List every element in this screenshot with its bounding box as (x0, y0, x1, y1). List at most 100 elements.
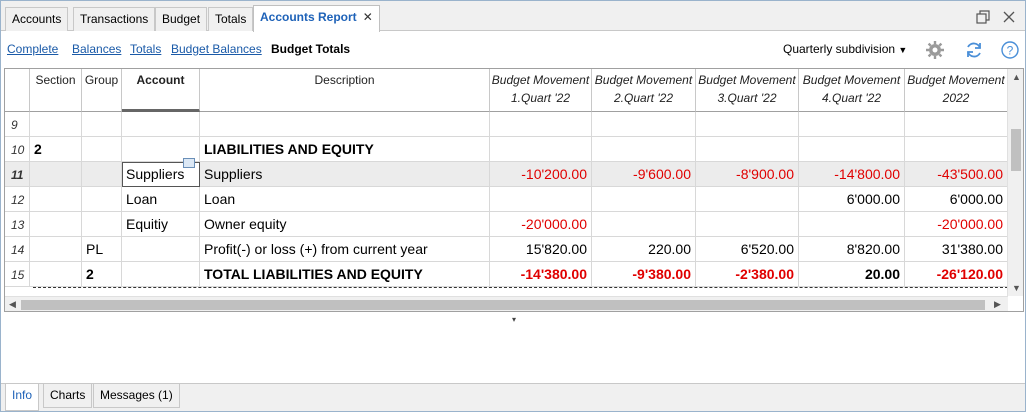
budget-q3-cell[interactable] (696, 187, 799, 212)
table-row[interactable]: 11 Suppliers Suppliers -10'200.00 -9'600.00-… (5, 158, 1008, 187)
description-cell[interactable]: Loan (200, 187, 490, 212)
scroll-right-icon[interactable]: ▶ (994, 299, 1001, 310)
section-cell[interactable] (30, 187, 82, 212)
close-icon[interactable]: ✕ (363, 6, 373, 28)
budget-q2-cell[interactable]: 220.00 (592, 237, 696, 262)
description-cell[interactable]: Suppliers (200, 162, 490, 187)
account-cell[interactable] (122, 237, 200, 262)
table-row[interactable]: 9 (5, 112, 1008, 137)
vertical-scroll-thumb[interactable] (1011, 129, 1021, 171)
column-header-budget-q4[interactable]: Budget Movement 4.Quart '22 (799, 69, 905, 112)
description-cell[interactable]: Owner equity (200, 212, 490, 237)
column-header-group[interactable]: Group (82, 69, 122, 112)
budget-q2-cell[interactable] (592, 212, 696, 237)
subdivision-dropdown[interactable]: Quarterly subdivision ▼ (783, 42, 907, 56)
budget-year-cell[interactable] (905, 137, 1008, 162)
account-cell[interactable]: Equitiy (122, 212, 200, 237)
table-row[interactable]: 12 Loan Loan 6'000.00 6'000.00 (5, 187, 1008, 212)
column-header-section[interactable]: Section (30, 69, 82, 112)
link-balances[interactable]: Balances (72, 42, 121, 56)
section-cell[interactable] (30, 212, 82, 237)
tab-charts[interactable]: Charts (43, 384, 93, 408)
description-cell[interactable] (200, 112, 490, 137)
tab-transactions[interactable]: Transactions (73, 7, 156, 31)
close-window-icon[interactable] (1001, 9, 1017, 25)
cell-edit-icon[interactable] (183, 158, 195, 168)
column-header-budget-q1[interactable]: Budget Movement 1.Quart '22 (490, 69, 592, 112)
budget-q4-cell[interactable]: 20.00 (799, 262, 905, 287)
group-cell[interactable] (82, 212, 122, 237)
horizontal-scrollbar[interactable]: ◀ ▶ (5, 296, 1008, 311)
section-cell[interactable] (30, 262, 82, 287)
account-cell[interactable]: Loan (122, 187, 200, 212)
budget-q2-cell[interactable] (592, 137, 696, 162)
table-row[interactable]: 14 PL Profit(-) or loss (+) from current y… (5, 237, 1008, 262)
splitter-handle-icon[interactable]: ▾ (512, 315, 516, 324)
group-cell[interactable] (82, 137, 122, 162)
tab-accounts-report[interactable]: Accounts Report ✕ (253, 5, 380, 32)
budget-q2-cell[interactable]: -9'380.00 (592, 262, 696, 287)
group-cell[interactable] (82, 187, 122, 212)
budget-q1-cell[interactable] (490, 112, 592, 137)
budget-year-cell[interactable]: -43'500.00 (905, 162, 1008, 187)
budget-year-cell[interactable]: 6'000.00 (905, 187, 1008, 212)
budget-q4-cell[interactable]: 6'000.00 (799, 187, 905, 212)
section-cell[interactable] (30, 162, 82, 187)
table-row[interactable]: 10 2 LIABILITIES AND EQUITY (5, 137, 1008, 162)
budget-q1-cell[interactable] (490, 187, 592, 212)
vertical-scrollbar[interactable]: ▲ ▼ (1007, 69, 1023, 296)
budget-year-cell[interactable]: -26'120.00 (905, 262, 1008, 287)
budget-q1-cell[interactable] (490, 137, 592, 162)
horizontal-scroll-thumb[interactable] (21, 300, 985, 310)
scroll-left-icon[interactable]: ◀ (9, 299, 16, 310)
budget-q1-cell[interactable]: 15'820.00 (490, 237, 592, 262)
refresh-icon[interactable] (964, 40, 984, 60)
budget-year-cell[interactable]: -20'000.00 (905, 212, 1008, 237)
group-cell[interactable]: 2 (82, 262, 122, 287)
table-row[interactable]: 13 Equitiy Owner equity -20'000.00 -20'000.0… (5, 212, 1008, 237)
tab-totals[interactable]: Totals (208, 7, 254, 31)
budget-q3-cell[interactable] (696, 212, 799, 237)
scroll-down-icon[interactable]: ▼ (1012, 283, 1021, 293)
budget-q3-cell[interactable]: -2'380.00 (696, 262, 799, 287)
section-cell[interactable]: 2 (30, 137, 82, 162)
budget-q3-cell[interactable]: 6'520.00 (696, 237, 799, 262)
tab-accounts[interactable]: Accounts (5, 7, 69, 31)
tab-messages[interactable]: Messages (1) (93, 384, 180, 408)
budget-year-cell[interactable]: 31'380.00 (905, 237, 1008, 262)
budget-year-cell[interactable] (905, 112, 1008, 137)
link-complete[interactable]: Complete (7, 42, 58, 56)
budget-q3-cell[interactable] (696, 137, 799, 162)
group-cell[interactable] (82, 112, 122, 137)
table-row[interactable]: 15 2 TOTAL LIABILITIES AND EQUITY -14'380.0… (5, 262, 1008, 287)
link-totals[interactable]: Totals (130, 42, 161, 56)
description-cell[interactable]: Profit(-) or loss (+) from current year (200, 237, 490, 262)
budget-q4-cell[interactable] (799, 212, 905, 237)
budget-q2-cell[interactable]: -9'600.00 (592, 162, 696, 187)
budget-q4-cell[interactable]: 8'820.00 (799, 237, 905, 262)
budget-q1-cell[interactable]: -20'000.00 (490, 212, 592, 237)
help-icon[interactable]: ? (1000, 40, 1020, 60)
tab-info[interactable]: Info (5, 384, 40, 411)
budget-q4-cell[interactable] (799, 112, 905, 137)
column-header-account[interactable]: Account (122, 69, 200, 112)
budget-q3-cell[interactable]: -8'900.00 (696, 162, 799, 187)
budget-q1-cell[interactable]: -10'200.00 (490, 162, 592, 187)
budget-q2-cell[interactable] (592, 187, 696, 212)
description-cell[interactable]: TOTAL LIABILITIES AND EQUITY (200, 262, 490, 287)
link-budget-totals[interactable]: Budget Totals (271, 42, 350, 56)
column-header-budget-q3[interactable]: Budget Movement 3.Quart '22 (696, 69, 799, 112)
link-budget-balances[interactable]: Budget Balances (171, 42, 262, 56)
budget-q4-cell[interactable]: -14'800.00 (799, 162, 905, 187)
tab-budget[interactable]: Budget (155, 7, 208, 31)
column-header-budget-year[interactable]: Budget Movement 2022 (905, 69, 1008, 112)
description-cell[interactable]: LIABILITIES AND EQUITY (200, 137, 490, 162)
budget-q2-cell[interactable] (592, 112, 696, 137)
budget-q3-cell[interactable] (696, 112, 799, 137)
restore-window-icon[interactable] (975, 9, 991, 25)
gear-icon[interactable] (925, 40, 945, 60)
budget-q4-cell[interactable] (799, 137, 905, 162)
budget-q1-cell[interactable]: -14'380.00 (490, 262, 592, 287)
group-cell[interactable] (82, 162, 122, 187)
column-header-description[interactable]: Description (200, 69, 490, 112)
